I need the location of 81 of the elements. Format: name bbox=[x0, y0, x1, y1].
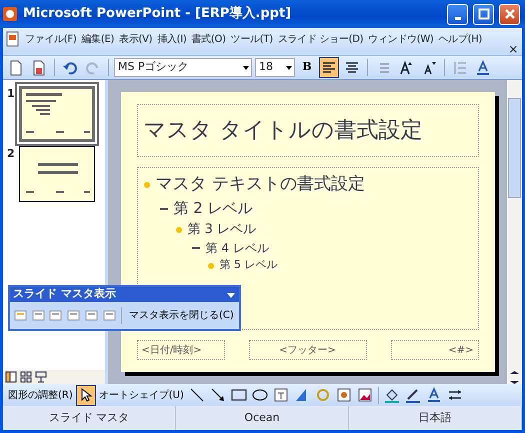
bullet-icon bbox=[144, 182, 150, 188]
menu-item[interactable]: 編集(E) bbox=[80, 31, 116, 48]
diagram-icon bbox=[314, 387, 331, 403]
font-size-field[interactable]: 18 bbox=[255, 58, 295, 77]
select-button[interactable] bbox=[76, 384, 96, 406]
arrange-button[interactable]: 図形の調整(R) bbox=[6, 384, 75, 406]
close-window-button[interactable]: × bbox=[508, 43, 518, 55]
footer-placeholder[interactable]: <日付/時刻> bbox=[136, 340, 224, 360]
line-color-icon bbox=[404, 387, 421, 403]
menu-item[interactable]: スライド ショー(D) bbox=[276, 31, 364, 48]
slide-number: 2 bbox=[7, 146, 15, 162]
menu-item[interactable]: ファイル(F) bbox=[24, 31, 78, 48]
fill-color-icon bbox=[384, 387, 400, 403]
align-left-button[interactable] bbox=[319, 57, 339, 78]
dropdown-icon[interactable] bbox=[226, 290, 236, 298]
bullet-icon bbox=[160, 208, 168, 210]
scroll-arrows-icon bbox=[508, 371, 521, 384]
status-text: 日本語 bbox=[349, 406, 522, 430]
app-icon[interactable] bbox=[2, 6, 18, 22]
maximize-icon bbox=[478, 8, 490, 20]
window-title: Microsoft PowerPoint - [ERP導入.ppt] bbox=[23, 4, 292, 24]
menu-item[interactable]: 表示(V) bbox=[118, 31, 154, 48]
close-button[interactable] bbox=[499, 4, 520, 24]
body-text: 第 2 レベル bbox=[174, 198, 253, 220]
bullet-icon bbox=[176, 226, 182, 233]
delete-icon[interactable] bbox=[48, 308, 64, 323]
rename-icon[interactable] bbox=[84, 308, 99, 323]
menu-item[interactable]: ツール(T) bbox=[230, 31, 274, 48]
line-icon bbox=[188, 387, 205, 403]
autoshapes-button[interactable]: オートシェイプ(U) bbox=[96, 384, 186, 406]
bullet-icon bbox=[192, 247, 200, 250]
slide-title[interactable]: マスタ タイトルの書式設定 bbox=[136, 104, 478, 157]
font-color-icon bbox=[475, 60, 491, 76]
minimize-button[interactable] bbox=[447, 4, 468, 24]
status-text: Ocean bbox=[176, 406, 349, 430]
bold-button[interactable]: B bbox=[298, 57, 316, 78]
close-icon bbox=[504, 8, 516, 20]
normal-view-icon[interactable] bbox=[5, 371, 17, 383]
body-text: 第 3 レベル bbox=[188, 220, 256, 239]
align-center-icon bbox=[344, 60, 360, 76]
footer-placeholder[interactable]: <フッター> bbox=[248, 340, 366, 360]
menu-item[interactable]: ヘルプ(H) bbox=[438, 31, 484, 48]
redo-icon bbox=[85, 60, 101, 76]
line-spacing-icon bbox=[452, 60, 468, 76]
menu-item[interactable]: 挿入(I) bbox=[156, 31, 188, 48]
slide-thumbnail[interactable] bbox=[19, 146, 95, 202]
increase-font-icon bbox=[398, 60, 414, 76]
layout-icon[interactable] bbox=[102, 308, 116, 323]
arrow-icon bbox=[210, 387, 226, 403]
maximize-button[interactable] bbox=[473, 4, 494, 24]
clip-art-icon bbox=[336, 387, 352, 403]
menu-item[interactable]: 書式(O) bbox=[190, 31, 227, 48]
body-text: 第 5 レベル bbox=[220, 257, 278, 274]
status-text: スライド マスタ bbox=[3, 406, 176, 430]
insert-slide-icon[interactable] bbox=[12, 308, 28, 323]
rectangle-icon bbox=[230, 387, 247, 403]
toolbar-title: スライド マスタ表示 bbox=[13, 286, 116, 302]
slide-show-icon[interactable] bbox=[35, 371, 47, 383]
slide-sorter-icon[interactable] bbox=[20, 371, 32, 383]
arrow-style-icon bbox=[446, 387, 463, 403]
undo-icon bbox=[62, 60, 78, 76]
align-left-icon bbox=[321, 60, 337, 76]
oval-icon bbox=[252, 387, 268, 403]
document-icon[interactable] bbox=[5, 31, 21, 47]
body-text: 第 4 レベル bbox=[206, 240, 269, 258]
duplicate-icon[interactable] bbox=[66, 308, 81, 323]
footer-placeholder[interactable]: <#> bbox=[390, 340, 478, 360]
slide-number: 1 bbox=[7, 86, 15, 102]
font-color-icon bbox=[426, 387, 442, 403]
insert-title-icon[interactable] bbox=[30, 308, 46, 323]
body-text: マスタ テキストの書式設定 bbox=[156, 172, 365, 196]
slide-preview-drawing bbox=[26, 91, 90, 135]
menu-item[interactable]: ウィンドウ(W) bbox=[367, 31, 435, 48]
bullet-icon bbox=[208, 262, 214, 269]
text-box-icon bbox=[272, 387, 289, 403]
minimize-icon bbox=[454, 16, 460, 20]
vertical-scrollbar[interactable] bbox=[507, 80, 522, 384]
font-field[interactable]: MS Pゴシック bbox=[114, 58, 252, 77]
picture-icon bbox=[356, 387, 373, 403]
open-icon bbox=[31, 60, 47, 76]
new-icon bbox=[8, 60, 24, 76]
